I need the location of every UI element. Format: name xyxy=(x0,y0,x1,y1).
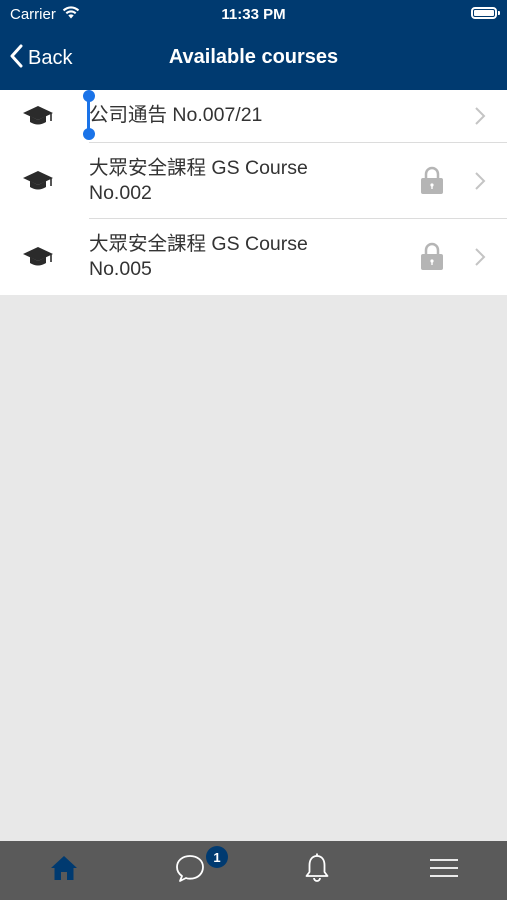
tab-notifications[interactable] xyxy=(277,841,357,900)
hamburger-menu-icon xyxy=(429,857,459,884)
tab-menu[interactable] xyxy=(404,841,484,900)
graduation-cap-icon xyxy=(22,246,54,273)
lock-icon xyxy=(420,241,444,276)
clock: 11:33 PM xyxy=(221,6,286,23)
battery-icon xyxy=(471,7,500,19)
course-row[interactable]: 大眾安全課程 GS Course No.002 xyxy=(0,143,507,219)
home-icon xyxy=(50,855,78,886)
course-title: 大眾安全課程 GS Course No.005 xyxy=(89,232,308,282)
tab-home[interactable] xyxy=(24,841,104,900)
course-title-line-2: No.005 xyxy=(89,258,152,280)
chat-bubble-icon xyxy=(174,853,206,888)
course-title-line-1: 大眾安全課程 GS Course xyxy=(89,157,308,179)
course-title-line-1: 公司通告 No.007/21 xyxy=(89,104,263,126)
chevron-right-icon xyxy=(474,106,486,131)
course-row[interactable]: 大眾安全課程 GS Course No.005 xyxy=(0,219,507,295)
lock-icon xyxy=(420,165,444,200)
bell-icon xyxy=(304,853,330,888)
course-title-line-1: 大眾安全課程 GS Course xyxy=(89,233,308,255)
graduation-cap-icon xyxy=(22,170,54,197)
status-bar: Carrier 11:33 PM xyxy=(0,0,507,28)
chat-badge: 1 xyxy=(206,846,228,868)
navigation-bar: Back Available courses xyxy=(0,36,507,80)
selection-handle-bottom[interactable] xyxy=(83,128,95,140)
course-title: 公司通告 No.007/21 xyxy=(89,103,262,128)
chevron-right-icon xyxy=(474,171,486,196)
course-row[interactable]: 公司通告 No.007/21 xyxy=(0,90,507,143)
tab-bar xyxy=(0,841,507,900)
course-title: 大眾安全課程 GS Course No.002 xyxy=(89,156,308,206)
header: Carrier 11:33 PM Back Available courses xyxy=(0,0,507,90)
selection-handle-top[interactable] xyxy=(83,90,95,102)
course-list: 公司通告 No.007/21 大眾安全課程 GS Course No.002 大… xyxy=(0,90,507,295)
page-title: Available courses xyxy=(168,46,339,68)
chevron-right-icon xyxy=(474,247,486,272)
course-title-line-2: No.002 xyxy=(89,182,152,204)
graduation-cap-icon xyxy=(22,105,54,132)
